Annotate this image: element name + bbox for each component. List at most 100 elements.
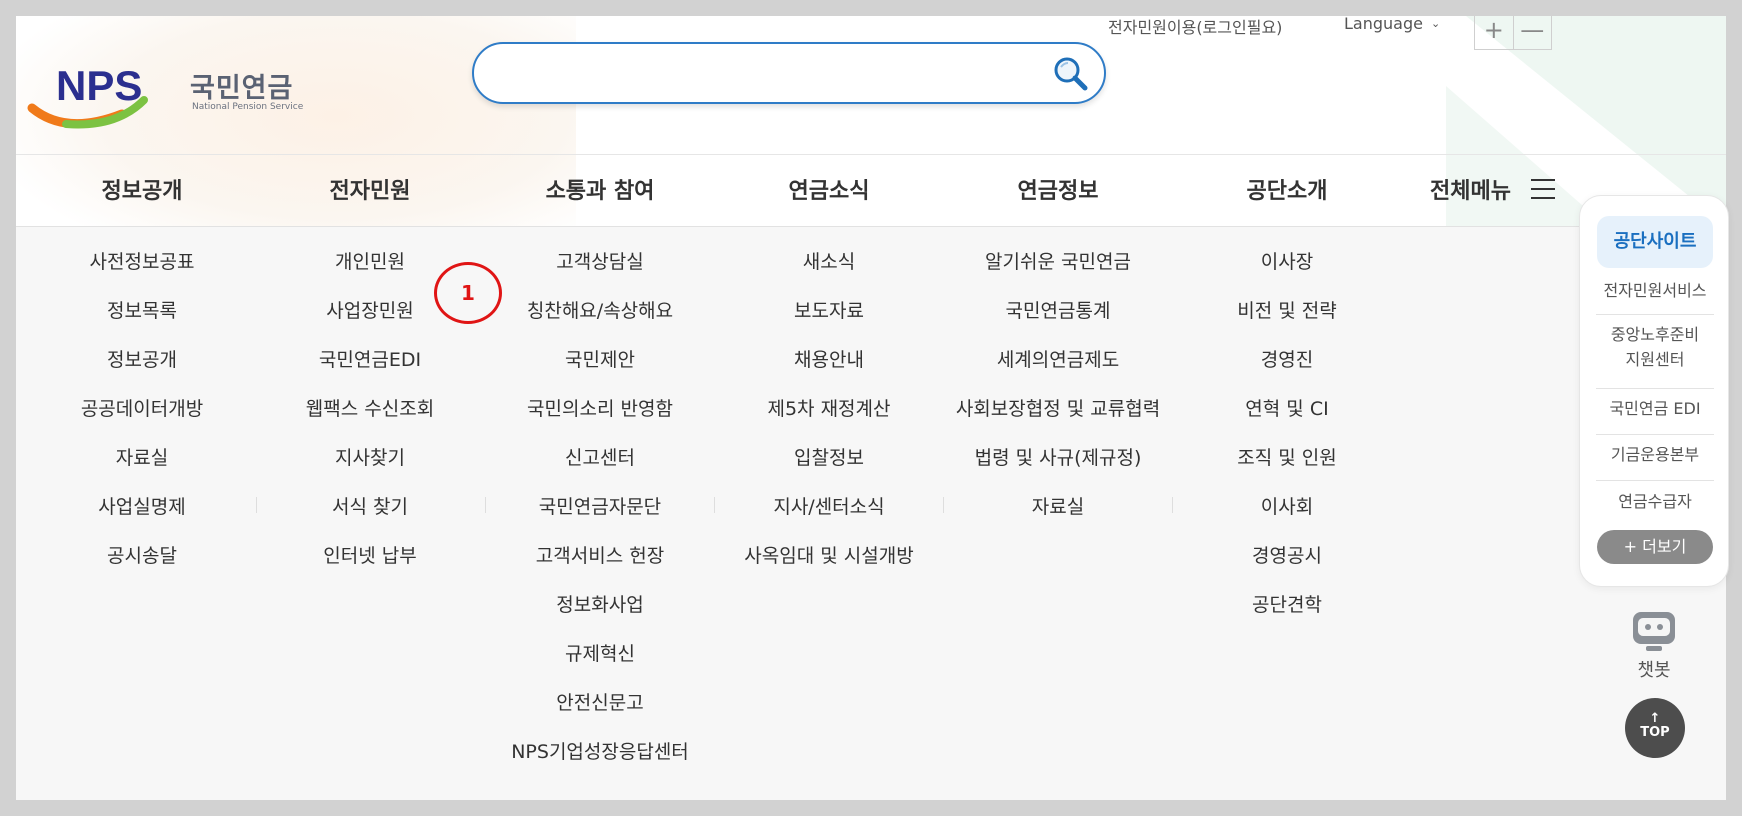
chatbot-icon[interactable] bbox=[1630, 608, 1678, 656]
top-label: TOP bbox=[1640, 725, 1670, 740]
quick-divider bbox=[1596, 480, 1714, 481]
menu-item[interactable]: 규제혁신 bbox=[565, 639, 635, 688]
column-divider bbox=[943, 497, 944, 513]
menu-item[interactable]: 정보공개 bbox=[107, 345, 177, 394]
menu-item[interactable]: 국민연금EDI bbox=[319, 345, 421, 394]
menu-item[interactable]: 보도자료 bbox=[794, 296, 864, 345]
nav-item-about[interactable]: 공단소개 bbox=[1247, 173, 1328, 205]
more-button[interactable]: + 더보기 bbox=[1597, 530, 1713, 564]
logo-mark-text: NPS bbox=[56, 62, 142, 109]
column-divider bbox=[485, 497, 486, 513]
menu-item[interactable]: 자료실 bbox=[116, 443, 168, 492]
menu-item[interactable]: 웹팩스 수신조회 bbox=[306, 394, 434, 443]
nav-item-e-civil[interactable]: 전자민원 bbox=[330, 173, 411, 205]
menu-item[interactable]: 지사찾기 bbox=[335, 443, 405, 492]
language-label: Language bbox=[1344, 16, 1423, 33]
login-required-link[interactable]: 전자민원이용(로그인필요) bbox=[1108, 16, 1282, 38]
quick-links-panel: 공단사이트 전자민원서비스 중앙노후준비 지원센터 국민연금 EDI 기금운용본… bbox=[1579, 195, 1729, 587]
menu-item[interactable]: 인터넷 납부 bbox=[323, 541, 416, 590]
chevron-down-icon: ⌄ bbox=[1430, 17, 1441, 30]
menu-item[interactable]: 정보화사업 bbox=[556, 590, 643, 639]
menu-item[interactable]: 공단견학 bbox=[1252, 590, 1322, 639]
quick-link-pension-recipient[interactable]: 연금수급자 bbox=[1596, 489, 1714, 514]
zoom-in-button[interactable]: + bbox=[1475, 16, 1513, 49]
quick-link-fund-management[interactable]: 기금운용본부 bbox=[1596, 442, 1714, 467]
menu-item[interactable]: 안전신문고 bbox=[556, 688, 643, 737]
menu-item[interactable]: 경영진 bbox=[1261, 345, 1313, 394]
page-frame: NPS 국민연금 National Pension Service 전자민원이용… bbox=[16, 16, 1726, 800]
menu-item[interactable]: 법령 및 사규(제규정) bbox=[975, 443, 1142, 492]
column-divider bbox=[256, 497, 257, 513]
all-menu-button[interactable]: 전체메뉴 bbox=[1430, 173, 1511, 205]
menu-item[interactable]: 국민제안 bbox=[565, 345, 635, 394]
logo-text-english: National Pension Service bbox=[192, 102, 304, 112]
nav-item-info-disclosure[interactable]: 정보공개 bbox=[102, 173, 183, 205]
menu-item[interactable]: 새소식 bbox=[803, 247, 855, 296]
logo-text-korean: 국민연금 bbox=[190, 73, 294, 104]
menu-item[interactable]: 사회보장협정 및 교류협력 bbox=[956, 394, 1160, 443]
language-selector[interactable]: Language ⌄ bbox=[1344, 16, 1440, 33]
nav-item-pension-news[interactable]: 연금소식 bbox=[789, 173, 870, 205]
main-navigation: 정보공개 전자민원 소통과 참여 연금소식 연금정보 공단소개 전체메뉴 bbox=[16, 155, 1726, 226]
mega-column-e-civil: 개인민원 사업장민원 국민연금EDI 웹팩스 수신조회 지사찾기 서식 찾기 인… bbox=[306, 247, 434, 590]
quick-divider bbox=[1596, 388, 1714, 389]
nav-item-communication[interactable]: 소통과 참여 bbox=[546, 173, 655, 205]
menu-item[interactable]: 사업실명제 bbox=[98, 492, 185, 541]
menu-item[interactable]: NPS기업성장응답센터 bbox=[511, 737, 689, 786]
mega-column-pension-news: 새소식 보도자료 채용안내 제5차 재정계산 입찰정보 지사/센터소식 사옥임대… bbox=[744, 247, 913, 590]
menu-item[interactable]: 입찰정보 bbox=[794, 443, 864, 492]
menu-item-personal-civil[interactable]: 개인민원 bbox=[335, 247, 405, 296]
menu-item[interactable]: 사업장민원 bbox=[326, 296, 413, 345]
chatbot-label[interactable]: 챗봇 bbox=[1610, 656, 1698, 682]
quick-link-e-civil-service[interactable]: 전자민원서비스 bbox=[1596, 278, 1714, 303]
menu-item[interactable]: 사전정보공표 bbox=[90, 247, 195, 296]
menu-item[interactable]: 자료실 bbox=[1032, 492, 1084, 541]
menu-item[interactable]: 공공데이터개방 bbox=[81, 394, 203, 443]
menu-item[interactable]: 세계의연금제도 bbox=[997, 345, 1119, 394]
menu-item[interactable]: 국민연금자문단 bbox=[539, 492, 661, 541]
menu-item[interactable]: 알기쉬운 국민연금 bbox=[985, 247, 1131, 296]
menu-item[interactable]: 국민의소리 반영함 bbox=[527, 394, 673, 443]
menu-item[interactable]: 고객서비스 헌장 bbox=[536, 541, 664, 590]
menu-item[interactable]: 경영공시 bbox=[1252, 541, 1322, 590]
zoom-out-button[interactable]: — bbox=[1512, 16, 1552, 49]
quick-link-edi[interactable]: 국민연금 EDI bbox=[1596, 396, 1714, 421]
menu-item[interactable]: 공시송달 bbox=[107, 541, 177, 590]
menu-item[interactable]: 제5차 재정계산 bbox=[767, 394, 890, 443]
quick-link-retirement-center[interactable]: 중앙노후준비 지원센터 bbox=[1596, 322, 1714, 372]
quick-divider bbox=[1596, 434, 1714, 435]
column-divider bbox=[1172, 497, 1173, 513]
mega-column-pension-info: 알기쉬운 국민연금 국민연금통계 세계의연금제도 사회보장협정 및 교류협력 법… bbox=[956, 247, 1160, 541]
menu-item[interactable]: 정보목록 bbox=[107, 296, 177, 345]
menu-item[interactable]: 칭찬해요/속상해요 bbox=[527, 296, 673, 345]
menu-item[interactable]: 조직 및 인원 bbox=[1237, 443, 1336, 492]
menu-item[interactable]: 지사/센터소식 bbox=[773, 492, 884, 541]
mega-column-about: 이사장 비전 및 전략 경영진 연혁 및 CI 조직 및 인원 이사회 경영공시… bbox=[1237, 247, 1336, 639]
quick-divider bbox=[1596, 314, 1714, 315]
menu-item[interactable]: 신고센터 bbox=[565, 443, 635, 492]
arrow-up-icon: ↑ bbox=[1649, 711, 1661, 726]
mega-column-communication: 고객상담실 칭찬해요/속상해요 국민제안 국민의소리 반영함 신고센터 국민연금… bbox=[511, 247, 689, 786]
nps-logo-icon: NPS bbox=[27, 62, 148, 129]
menu-item[interactable]: 고객상담실 bbox=[556, 247, 643, 296]
mega-menu: 사전정보공표 정보목록 정보공개 공공데이터개방 자료실 사업실명제 공시송달 … bbox=[16, 226, 1726, 800]
nps-logo[interactable]: NPS 국민연금 National Pension Service bbox=[26, 54, 306, 136]
mega-column-info-disclosure: 사전정보공표 정보목록 정보공개 공공데이터개방 자료실 사업실명제 공시송달 bbox=[81, 247, 203, 590]
menu-item[interactable]: 서식 찾기 bbox=[332, 492, 408, 541]
site-header: NPS 국민연금 National Pension Service 전자민원이용… bbox=[16, 16, 1726, 226]
scroll-top-button[interactable]: ↑ TOP bbox=[1625, 698, 1685, 758]
annotation-marker: 1 bbox=[434, 262, 502, 324]
menu-item[interactable]: 연혁 및 CI bbox=[1245, 394, 1328, 443]
menu-item[interactable]: 국민연금통계 bbox=[1006, 296, 1111, 345]
search-input[interactable] bbox=[472, 42, 1106, 104]
search-icon[interactable] bbox=[1050, 54, 1090, 94]
zoom-controls: + — bbox=[1474, 16, 1552, 50]
nav-item-pension-info[interactable]: 연금정보 bbox=[1018, 173, 1099, 205]
quick-panel-title[interactable]: 공단사이트 bbox=[1597, 216, 1713, 268]
hamburger-icon[interactable] bbox=[1531, 179, 1555, 199]
menu-item[interactable]: 비전 및 전략 bbox=[1237, 296, 1336, 345]
menu-item[interactable]: 사옥임대 및 시설개방 bbox=[744, 541, 913, 590]
menu-item[interactable]: 채용안내 bbox=[794, 345, 864, 394]
menu-item[interactable]: 이사장 bbox=[1261, 247, 1313, 296]
menu-item[interactable]: 이사회 bbox=[1261, 492, 1313, 541]
